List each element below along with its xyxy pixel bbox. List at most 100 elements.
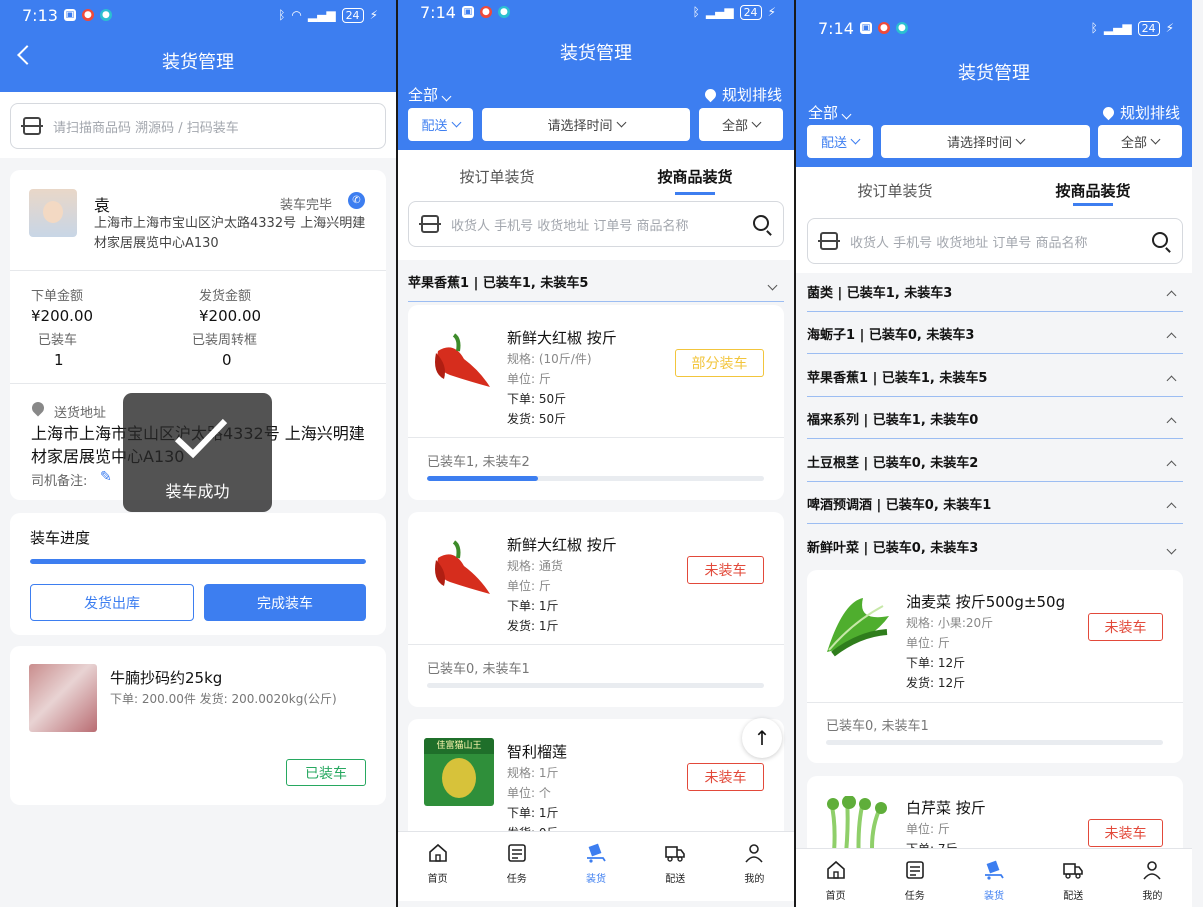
notification-icon: ▣: [461, 6, 474, 18]
scan-input[interactable]: 请扫描商品码 溯源码 / 扫码装车: [10, 103, 386, 149]
product-unit: 单位: 斤: [906, 822, 950, 836]
status-badge: 装车完毕: [280, 198, 333, 213]
product-unit: 单位: 斤: [906, 636, 950, 650]
success-toast: 装车成功: [123, 393, 272, 512]
category-group[interactable]: 苹果香蕉1 | 已装车1, 未装车5: [408, 262, 784, 302]
product-spec: 规格: (10斤/件): [507, 352, 592, 366]
app-icon: ●: [497, 6, 510, 18]
product-card: 油麦菜 按斤500g±50g 规格: 小果:20斤 单位: 斤 下单: 12斤 …: [807, 570, 1183, 763]
category-group[interactable]: 土豆根茎 | 已装车0, 未装车2: [807, 442, 1183, 482]
notification-icon: ▣: [63, 9, 76, 21]
screen-product-loading: 7:14 ▣ ● ● ᛒ ▂▄▆ 24 ⚡ 装货管理 全部 规划排线 配送 请选…: [398, 0, 794, 907]
ship-out-button[interactable]: 发货出库: [30, 584, 194, 621]
status-badge: 未装车: [687, 763, 764, 791]
nav-loading[interactable]: 装货: [556, 832, 635, 901]
status-time: 7:13: [22, 5, 58, 25]
plan-route-link[interactable]: 规划排线: [702, 84, 782, 105]
nav-mine[interactable]: 我的: [715, 832, 794, 901]
search-input[interactable]: 收货人 手机号 收货地址 订单号 商品名称: [807, 218, 1183, 264]
status-time: 7:14: [420, 2, 456, 22]
status-bar: 7:14 ▣ ● ● ᛒ ▂▄▆ 24 ⚡: [398, 0, 794, 24]
tab-bar: 按订单装货 按商品装货: [796, 167, 1192, 213]
ship-amount-label: 发货金额: [199, 289, 252, 304]
product-image: 佳富猫山王: [424, 738, 494, 806]
edit-icon[interactable]: ✎: [100, 469, 112, 485]
delivery-filter-button[interactable]: 配送: [408, 108, 473, 141]
status-badge: 未装车: [687, 556, 764, 584]
page-title: 装货管理: [162, 52, 234, 73]
plan-route-link[interactable]: 规划排线: [1100, 102, 1180, 123]
crates-count: 0: [222, 351, 232, 369]
toast-text: 装车成功: [165, 482, 230, 501]
category-group[interactable]: 海蛎子1 | 已装车0, 未装车3: [807, 314, 1183, 354]
back-icon[interactable]: [14, 42, 38, 66]
time-filter-button[interactable]: 请选择时间: [482, 108, 690, 141]
nav-delivery[interactable]: 配送: [1034, 849, 1113, 907]
header: 7:14 ▣ ● ● ᛒ ▂▄▆ 24 ⚡ 装货管理 全部 规划排线 配送 请选…: [796, 0, 1192, 167]
product-card: 新鲜大红椒 按斤 规格: (10斤/件) 单位: 斤 下单: 50斤 发货: 5…: [408, 305, 784, 500]
header: 7:14 ▣ ● ● ᛒ ▂▄▆ 24 ⚡ 装货管理 全部 规划排线 配送 请选…: [398, 0, 794, 150]
progress-card: 装车进度 发货出库 完成装车: [10, 513, 386, 635]
battery-icon: 24: [341, 7, 364, 23]
load-stat: 已装车0, 未装车1: [427, 662, 530, 677]
nav-delivery[interactable]: 配送: [636, 832, 715, 901]
search-icon[interactable]: [1152, 232, 1168, 248]
nav-home[interactable]: 首页: [398, 832, 477, 901]
scan-icon[interactable]: [818, 232, 840, 250]
tab-by-order[interactable]: 按订单装货: [796, 167, 994, 213]
all-filter-button[interactable]: 全部: [699, 108, 783, 141]
charging-icon: ⚡: [1165, 21, 1174, 35]
category-group[interactable]: 啤酒预调酒 | 已装车0, 未装车1: [807, 484, 1183, 524]
nav-loading[interactable]: 装货: [954, 849, 1033, 907]
product-unit: 单位: 斤: [507, 579, 551, 593]
app-icon: ●: [479, 6, 492, 18]
product-unit: 单位: 个: [507, 786, 551, 800]
status-bar: 7:13 ▣ ● ● ᛒ ◠ ▂▄▆ 24 ⚡: [0, 0, 396, 30]
phone-icon[interactable]: ✆: [348, 192, 365, 209]
scroll-top-icon[interactable]: ↑: [742, 718, 782, 758]
nav-tasks[interactable]: 任务: [477, 832, 556, 901]
search-icon[interactable]: [753, 215, 769, 231]
status-badge: 未装车: [1088, 613, 1163, 641]
product-card: 新鲜大红椒 按斤 规格: 通货 单位: 斤 下单: 1斤 发货: 1斤 未装车 …: [408, 512, 784, 707]
charging-icon: ⚡: [767, 5, 776, 19]
crates-label: 已装周转框: [192, 333, 258, 348]
product-image: [424, 538, 494, 606]
category-group[interactable]: 新鲜叶菜 | 已装车0, 未装车3: [807, 526, 1183, 566]
header: 7:13 ▣ ● ● ᛒ ◠ ▂▄▆ 24 ⚡ 装货管理: [0, 0, 396, 96]
category-group[interactable]: 菌类 | 已装车1, 未装车3: [807, 272, 1183, 312]
delivery-label: 送货地址: [54, 406, 107, 421]
nav-mine[interactable]: 我的: [1113, 849, 1192, 907]
truck-icon: [1063, 863, 1084, 879]
search-input[interactable]: 收货人 手机号 收货地址 订单号 商品名称: [408, 201, 784, 247]
tab-by-order[interactable]: 按订单装货: [398, 150, 596, 202]
category-group[interactable]: 福来系列 | 已装车1, 未装车0: [807, 399, 1183, 439]
tab-by-product[interactable]: 按商品装货: [994, 167, 1192, 213]
location-icon: [1100, 104, 1117, 121]
signal-icon: ▂▄▆: [1103, 21, 1132, 35]
scan-icon[interactable]: [419, 215, 441, 233]
loaded-item-card: 牛腩抄码约25kg 下单: 200.00件 发货: 200.0020kg(公斤)…: [10, 646, 386, 805]
page-title: 装货管理: [958, 63, 1030, 84]
progress-bar: [427, 476, 764, 481]
product-name: 油麦菜 按斤500g±50g: [906, 593, 1066, 611]
complete-loading-button[interactable]: 完成装车: [204, 584, 366, 621]
scan-icon[interactable]: [21, 117, 43, 135]
nav-bar: 装货管理: [796, 56, 1192, 88]
delivery-filter-button[interactable]: 配送: [807, 125, 873, 158]
nav-home[interactable]: 首页: [796, 849, 875, 907]
product-image: [823, 592, 893, 660]
nav-tasks[interactable]: 任务: [875, 849, 954, 907]
filter-all-dropdown[interactable]: 全部: [408, 84, 452, 105]
home-icon: [428, 843, 447, 862]
time-filter-button[interactable]: 请选择时间: [881, 125, 1090, 158]
loaded-count: 1: [54, 351, 64, 369]
app-icon: ●: [99, 9, 112, 21]
tab-by-product[interactable]: 按商品装货: [596, 150, 794, 202]
all-filter-button[interactable]: 全部: [1098, 125, 1182, 158]
filter-all-dropdown[interactable]: 全部: [808, 102, 852, 123]
category-group[interactable]: 苹果香蕉1 | 已装车1, 未装车5: [807, 357, 1183, 397]
ship-amount: ¥200.00: [199, 307, 262, 325]
product-image: [29, 664, 97, 732]
product-spec: 规格: 1斤: [507, 766, 559, 780]
